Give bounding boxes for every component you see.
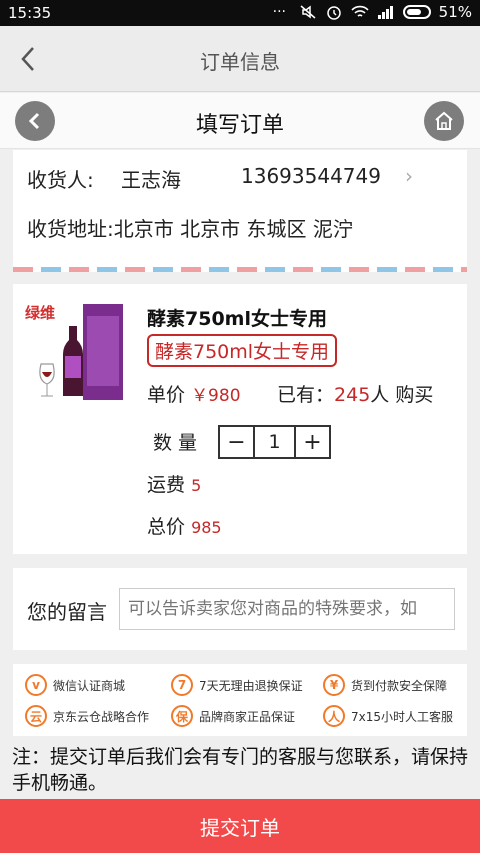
guarantee-item: 7 7天无理由退换保证 <box>171 674 303 696</box>
shipping-value: 5 <box>191 476 202 495</box>
status-time: 15:35 <box>8 4 52 22</box>
receiver-label: 收货人: <box>27 168 94 192</box>
home-icon <box>435 111 453 130</box>
address-card[interactable]: 收货人: 王志海 13693544749 › 收货地址:北京市 北京市 东城区 … <box>13 150 467 272</box>
status-icons: ··· 51% <box>273 3 472 21</box>
unit-price: 单价 ￥980 <box>147 380 241 407</box>
home-button[interactable] <box>424 101 464 141</box>
cash-on-delivery-icon: ¥ <box>323 674 345 696</box>
quantity-value[interactable]: 1 <box>253 427 296 457</box>
sold-count: 已有：245人 购买 <box>277 380 433 407</box>
sold-suffix: 人 购买 <box>370 384 434 406</box>
product-card: 绿维 酵素750ml女士专用 酵素750ml女士专用 单价 ￥980 已有：24… <box>13 284 467 554</box>
product-title: 酵素750ml女士专用 <box>147 308 327 330</box>
total-label: 总价 <box>147 516 186 538</box>
top-header: 订单信息 <box>0 26 480 92</box>
guarantee-label: 京东云仓战略合作 <box>53 709 150 724</box>
genuine-guarantee-icon: 保 <box>171 705 193 727</box>
quantity-stepper[interactable]: − 1 + <box>218 425 331 459</box>
guarantee-item: v 微信认证商城 <box>25 674 125 696</box>
price-label: 单价 <box>147 384 186 406</box>
guarantee-item: 保 品牌商家正品保证 <box>171 705 295 727</box>
guarantee-item: ¥ 货到付款安全保障 <box>323 674 447 696</box>
decrement-button[interactable]: − <box>220 427 253 457</box>
envelope-stripe <box>13 267 467 272</box>
guarantee-label: 品牌商家正品保证 <box>199 709 296 724</box>
message-input[interactable] <box>119 588 455 630</box>
seven-day-return-icon: 7 <box>171 674 193 696</box>
mute-icon <box>300 5 316 19</box>
brand-logo-text: 绿维 <box>25 304 55 322</box>
guarantee-label: 微信认证商城 <box>53 678 126 693</box>
product-tag: 酵素750ml女士专用 <box>147 334 338 367</box>
price-value: ￥980 <box>191 386 241 406</box>
guarantee-card: v 微信认证商城 7 7天无理由退换保证 ¥ 货到付款安全保障 云 京东云仓战略… <box>13 664 467 736</box>
order-note: 注：提交订单后我们会有专门的客服与您联系，请保持手机畅通。 <box>12 746 469 794</box>
wifi-icon <box>351 5 369 17</box>
status-bar: 15:35 ··· 51% <box>0 0 480 26</box>
cloud-warehouse-icon: 云 <box>25 705 47 727</box>
address-text: 收货地址:北京市 北京市 东城区 泥泞 <box>27 213 353 242</box>
sub-title: 填写订单 <box>195 113 284 138</box>
battery-percent: 51% <box>438 3 472 21</box>
sold-prefix: 已有： <box>277 384 335 406</box>
message-card: 您的留言 <box>13 568 467 650</box>
receiver-name: 王志海 <box>121 168 181 192</box>
guarantee-label: 货到付款安全保障 <box>351 678 448 693</box>
total-row: 总价 985 <box>147 512 222 539</box>
product-image: 绿维 <box>25 304 123 400</box>
sold-number: 245 <box>334 384 371 406</box>
receiver-phone: 13693544749 <box>241 164 381 188</box>
guarantee-label: 7天无理由退换保证 <box>199 678 303 693</box>
alarm-icon <box>326 6 341 20</box>
battery-icon <box>402 5 431 19</box>
quantity-label: 数 量 <box>153 432 198 454</box>
address-label: 收货地址: <box>27 217 114 241</box>
sub-header: 填写订单 <box>0 93 480 149</box>
wechat-verified-icon: v <box>25 674 47 696</box>
total-value: 985 <box>191 518 222 537</box>
shipping-label: 运费 <box>147 474 186 496</box>
guarantee-item: 云 京东云仓战略合作 <box>25 705 149 727</box>
increment-button[interactable]: + <box>296 427 329 457</box>
customer-service-icon: 人 <box>323 705 345 727</box>
page-title: 订单信息 <box>200 50 280 74</box>
guarantee-item: 人 7x15小时人工客服 <box>323 705 453 727</box>
more-dots-icon: ··· <box>272 4 287 20</box>
shipping-row: 运费 5 <box>147 470 201 497</box>
address-value: 北京市 北京市 东城区 泥泞 <box>113 217 353 241</box>
submit-order-button[interactable]: 提交订单 <box>0 799 480 853</box>
signal-icon <box>377 6 393 19</box>
guarantee-label: 7x15小时人工客服 <box>351 709 454 724</box>
message-label: 您的留言 <box>27 600 107 624</box>
chevron-right-icon[interactable]: › <box>405 164 413 188</box>
